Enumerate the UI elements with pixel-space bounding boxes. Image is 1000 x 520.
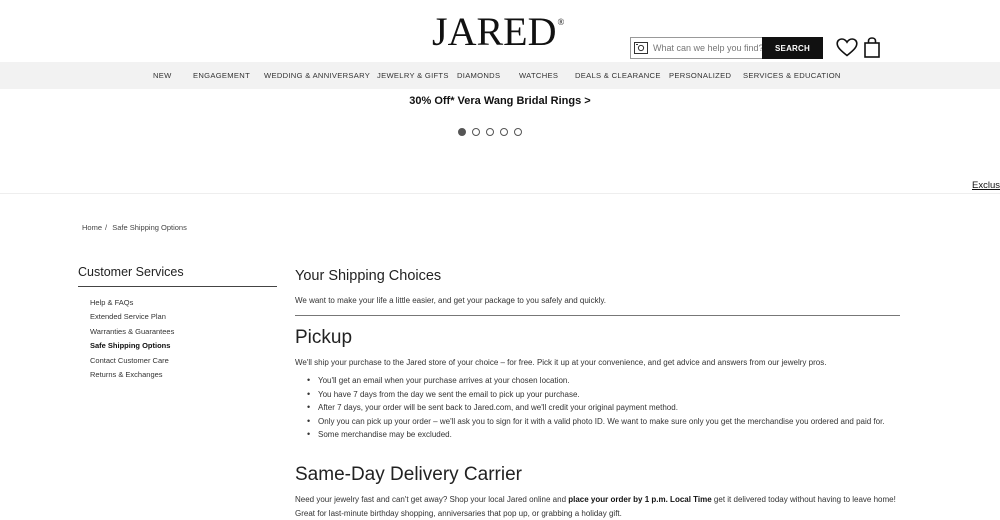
sidebar-item-help-faqs[interactable]: Help & FAQs — [90, 298, 174, 312]
pickup-heading: Pickup — [295, 327, 353, 348]
intro-text: We want to make your life a little easie… — [295, 296, 606, 305]
shopping-bag-icon[interactable] — [864, 37, 880, 63]
breadcrumb-home[interactable]: Home — [82, 223, 102, 232]
nav-item-watches[interactable]: WATCHES — [519, 71, 558, 80]
nav-item-jewelry-gifts[interactable]: JEWELRY & GIFTS — [377, 71, 449, 80]
nav-item-services-education[interactable]: SERVICES & EDUCATION — [743, 71, 841, 80]
search-input[interactable] — [651, 39, 763, 57]
nav-item-wedding-anniversary[interactable]: WEDDING & ANNIVERSARY — [264, 71, 370, 80]
carousel-dot-4[interactable] — [500, 128, 508, 136]
camera-search-icon[interactable] — [631, 38, 651, 58]
same-day-delivery-description: Need your jewelry fast and can't get awa… — [295, 495, 896, 518]
pickup-bullet-list: You'll get an email when your purchase a… — [307, 374, 900, 442]
sidebar-item-safe-shipping-options[interactable]: Safe Shipping Options — [90, 341, 174, 355]
carousel-dot-3[interactable] — [486, 128, 494, 136]
sidebar-title: Customer Services — [78, 265, 184, 279]
sidebar-item-extended-service-plan[interactable]: Extended Service Plan — [90, 312, 174, 326]
content-divider — [295, 315, 900, 316]
breadcrumb-current: Safe Shipping Options — [112, 223, 187, 232]
nav-item-new[interactable]: NEW — [153, 71, 172, 80]
main-nav: NEW ENGAGEMENT WEDDING & ANNIVERSARY JEW… — [0, 62, 1000, 89]
search-button[interactable]: SEARCH — [762, 37, 823, 59]
order-deadline-text: place your order by 1 p.m. Local Time — [568, 495, 712, 504]
carousel-dot-5[interactable] — [514, 128, 522, 136]
pickup-description: We'll ship your purchase to the Jared st… — [295, 358, 827, 367]
list-item: After 7 days, your order will be sent ba… — [307, 401, 900, 415]
sidebar-nav: Help & FAQs Extended Service Plan Warran… — [90, 298, 174, 384]
sidebar-item-returns-exchanges[interactable]: Returns & Exchanges — [90, 370, 174, 384]
search-bar: SEARCH — [630, 37, 823, 59]
list-item: You have 7 days from the day we sent the… — [307, 388, 900, 402]
sidebar-item-contact-customer-care[interactable]: Contact Customer Care — [90, 356, 174, 370]
breadcrumb-separator: / — [105, 223, 108, 232]
carousel-dot-2[interactable] — [472, 128, 480, 136]
jared-logo[interactable]: JARED® — [432, 12, 564, 52]
sidebar-item-warranties-guarantees[interactable]: Warranties & Guarantees — [90, 327, 174, 341]
nav-item-deals-clearance[interactable]: DEALS & CLEARANCE — [575, 71, 661, 80]
list-item: You'll get an email when your purchase a… — [307, 374, 900, 388]
divider — [0, 193, 1000, 194]
carousel-dots — [458, 128, 522, 136]
carousel-dot-1[interactable] — [458, 128, 466, 136]
same-day-delivery-heading: Same-Day Delivery Carrier — [295, 464, 522, 485]
nav-item-personalized[interactable]: PERSONALIZED — [669, 71, 731, 80]
list-item: Only you can pick up your order – we'll … — [307, 415, 900, 429]
promo-banner-link[interactable]: 30% Off* Vera Wang Bridal Rings > — [0, 95, 1000, 107]
list-item: Some merchandise may be excluded. — [307, 428, 900, 442]
nav-item-diamonds[interactable]: DIAMONDS — [457, 71, 500, 80]
sidebar-divider — [78, 286, 277, 287]
page-title: Your Shipping Choices — [295, 268, 442, 284]
exclusive-link[interactable]: Exclusi — [972, 180, 1000, 191]
nav-item-engagement[interactable]: ENGAGEMENT — [193, 71, 250, 80]
main-content: Your Shipping Choices We want to make yo… — [295, 268, 900, 518]
heart-icon[interactable] — [836, 38, 858, 62]
breadcrumb: Home / Safe Shipping Options — [82, 223, 190, 232]
site-header: JARED® SEARCH — [0, 0, 1000, 62]
